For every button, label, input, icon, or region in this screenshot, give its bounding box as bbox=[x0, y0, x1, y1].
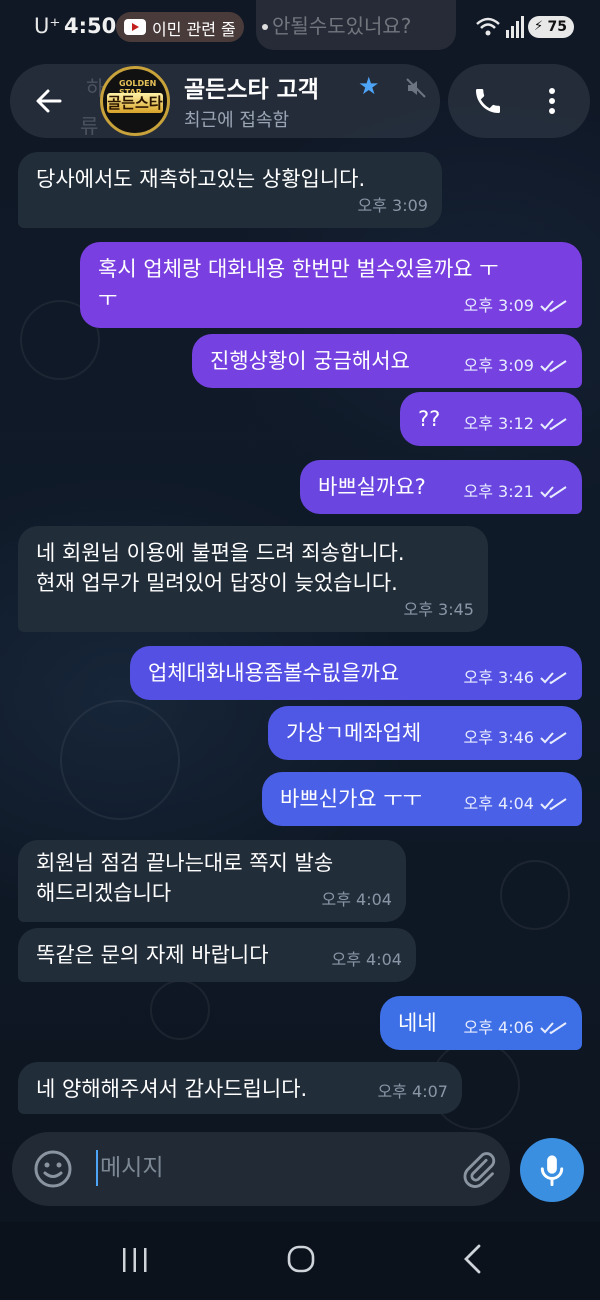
message-time: 오후 3:45 bbox=[403, 600, 474, 619]
message-bubble-incoming[interactable]: 회원님 점검 끝나는대로 쪽지 발송 해드리겠습니다 오후 4:04 bbox=[18, 840, 406, 922]
message-time: 오후 3:46 bbox=[463, 668, 534, 687]
notification-dot bbox=[262, 24, 268, 30]
message-bubble-incoming[interactable]: 똑같은 문의 자제 바랍니다 오후 4:04 bbox=[18, 928, 416, 982]
message-time: 오후 3:09 bbox=[463, 356, 534, 375]
message-bubble-incoming[interactable]: 당사에서도 재촉하고있는 상황입니다. 오후 3:09 bbox=[18, 152, 442, 228]
back-button[interactable] bbox=[16, 68, 82, 134]
message-bubble-outgoing[interactable]: 가상ㄱ메좌업체 오후 3:46 bbox=[268, 706, 582, 760]
nav-back-button[interactable] bbox=[448, 1236, 498, 1282]
double-check-icon bbox=[540, 1022, 567, 1035]
mute-icon bbox=[406, 78, 426, 98]
message-time: 오후 3:21 bbox=[463, 482, 534, 501]
chevron-left-icon bbox=[464, 1244, 481, 1274]
back-arrow-icon bbox=[36, 89, 62, 113]
message-time: 오후 4:04 bbox=[463, 794, 534, 813]
message-bubble-outgoing[interactable]: 바쁘실까요? 오후 3:21 bbox=[300, 460, 582, 514]
emoji-icon bbox=[34, 1150, 72, 1188]
message-bubble-outgoing[interactable]: 진행상황이 궁금해서요 오후 3:09 bbox=[192, 334, 582, 388]
message-time: 오후 4:04 bbox=[331, 950, 402, 969]
battery-indicator: 75 bbox=[528, 16, 574, 38]
message-bubble-outgoing[interactable]: 업체대화내용좀볼수릾을까요 오후 3:46 bbox=[130, 646, 582, 700]
message-time: 오후 3:46 bbox=[463, 728, 534, 747]
notification-preview-text: 안될수도있너요? bbox=[272, 14, 412, 38]
double-check-icon bbox=[540, 300, 567, 313]
microphone-icon bbox=[540, 1155, 564, 1187]
message-bubble-outgoing[interactable]: 네네 오후 4:06 bbox=[380, 996, 582, 1050]
media-notification-text: 이민 관련 줄 bbox=[152, 20, 236, 39]
message-time: 오후 3:09 bbox=[463, 296, 534, 315]
carrier-label: U⁺ bbox=[34, 14, 61, 38]
message-time: 오후 4:07 bbox=[377, 1082, 448, 1101]
emoji-button[interactable] bbox=[30, 1146, 76, 1192]
chat-title[interactable]: 골든스타 고객 bbox=[184, 70, 354, 104]
recent-apps-icon bbox=[123, 1248, 147, 1272]
status-bar: U⁺ 4:50 이민 관련 줄 안될수도있너요? 75 bbox=[0, 0, 600, 56]
youtube-icon bbox=[124, 19, 146, 35]
more-options-button[interactable] bbox=[526, 72, 578, 130]
message-input[interactable] bbox=[96, 1148, 436, 1188]
message-bubble-outgoing[interactable]: 혹시 업체랑 대화내용 한번만 벌수있을까요 ㅜ ㅜ 오후 3:09 bbox=[80, 242, 582, 328]
message-time: 오후 4:06 bbox=[463, 1018, 534, 1037]
avatar[interactable]: GOLDEN STAR 골든스타 bbox=[100, 66, 170, 136]
ghost-text: 류 bbox=[80, 114, 99, 138]
home-icon bbox=[287, 1245, 315, 1273]
double-check-icon bbox=[540, 732, 567, 745]
voice-record-button[interactable] bbox=[520, 1138, 584, 1202]
double-check-icon bbox=[540, 360, 567, 373]
attach-button[interactable] bbox=[456, 1146, 502, 1192]
recent-apps-button[interactable] bbox=[110, 1240, 160, 1280]
phone-icon bbox=[476, 89, 500, 113]
message-text: 당사에서도 재촉하고있는 상황입니다. bbox=[36, 167, 366, 191]
double-check-icon bbox=[540, 798, 567, 811]
message-bubble-incoming[interactable]: 네 회원님 이용에 불편을 드려 죄송합니다. 현재 업무가 밀려있어 답장이 … bbox=[18, 526, 488, 632]
message-bubble-incoming[interactable]: 네 양해해주셔서 감사드립니다. 오후 4:07 bbox=[18, 1062, 462, 1114]
message-bubble-outgoing[interactable]: ?? 오후 3:12 bbox=[400, 392, 582, 446]
message-bubble-outgoing[interactable]: 바쁘신가요 ㅜㅜ 오후 4:04 bbox=[262, 772, 582, 826]
clock: 4:50 bbox=[64, 14, 117, 38]
double-check-icon bbox=[540, 672, 567, 685]
message-time: 오후 3:12 bbox=[463, 414, 534, 433]
double-check-icon bbox=[540, 486, 567, 499]
call-button[interactable] bbox=[460, 72, 516, 130]
star-icon: ★ bbox=[358, 72, 380, 100]
wifi-signal-icon bbox=[476, 16, 524, 38]
home-button[interactable] bbox=[276, 1234, 326, 1284]
more-vertical-icon bbox=[549, 88, 555, 114]
message-time: 오후 3:09 bbox=[357, 196, 428, 215]
double-check-icon bbox=[540, 418, 567, 431]
chat-status: 최근에 접속함 bbox=[184, 110, 290, 131]
message-text: 네 회원님 이용에 불편을 드려 죄송합니다. 현재 업무가 밀려있어 답장이 … bbox=[36, 541, 405, 595]
avatar-main-text: 골든스타 bbox=[107, 93, 163, 113]
message-time: 오후 4:04 bbox=[321, 890, 392, 909]
paperclip-icon bbox=[463, 1152, 496, 1188]
